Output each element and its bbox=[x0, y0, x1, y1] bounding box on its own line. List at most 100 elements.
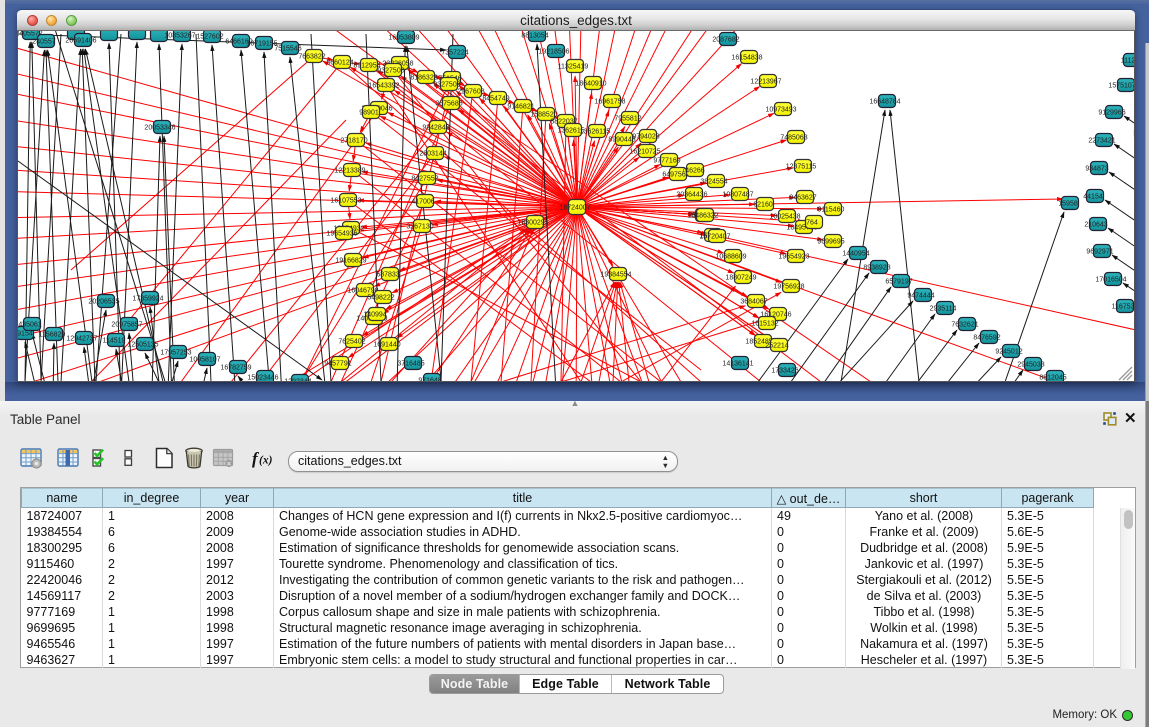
svg-text:9327500: 9327500 bbox=[377, 68, 404, 75]
svg-text:16648784: 16648784 bbox=[869, 99, 900, 106]
svg-text:15751074: 15751074 bbox=[1108, 83, 1135, 90]
svg-text:116753: 116753 bbox=[1112, 304, 1135, 311]
svg-text:19384554: 19384554 bbox=[600, 272, 631, 279]
svg-text:240557: 240557 bbox=[32, 39, 55, 46]
svg-text:8454749: 8454749 bbox=[482, 96, 509, 103]
svg-text:1615132: 1615132 bbox=[751, 321, 778, 328]
svg-text:19654936: 19654936 bbox=[326, 231, 357, 238]
svg-text:17957253: 17957253 bbox=[160, 350, 191, 357]
svg-text:10719155: 10719155 bbox=[246, 41, 277, 48]
svg-text:764: 764 bbox=[806, 220, 818, 227]
svg-text:8813054: 8813054 bbox=[521, 33, 548, 40]
svg-text:16543392: 16543392 bbox=[368, 83, 399, 90]
svg-text:7632621: 7632621 bbox=[951, 322, 978, 329]
svg-text:1588520: 1588520 bbox=[530, 112, 557, 119]
svg-text:746266: 746266 bbox=[681, 168, 704, 175]
svg-text:587833: 587833 bbox=[376, 272, 399, 279]
svg-text:(x): (x) bbox=[259, 455, 273, 467]
svg-text:9474444: 9474444 bbox=[907, 293, 934, 300]
svg-text:20206535: 20206535 bbox=[88, 299, 119, 306]
svg-text:3267130: 3267130 bbox=[406, 224, 433, 231]
svg-text:9463627: 9463627 bbox=[789, 195, 816, 202]
svg-text:18807249: 18807249 bbox=[725, 275, 756, 282]
svg-text:15958: 15958 bbox=[1058, 201, 1078, 208]
svg-text:20053346: 20053346 bbox=[144, 125, 175, 132]
svg-text:18300295: 18300295 bbox=[517, 220, 548, 227]
svg-text:9457791: 9457791 bbox=[324, 361, 351, 368]
svg-text:16154838: 16154838 bbox=[731, 55, 762, 62]
svg-text:19218506: 19218506 bbox=[538, 49, 569, 56]
svg-text:417006: 417006 bbox=[411, 199, 434, 206]
svg-text:9692971: 9692971 bbox=[1086, 249, 1113, 256]
svg-text:8476592: 8476592 bbox=[973, 335, 1000, 342]
svg-text:8186323: 8186323 bbox=[410, 75, 437, 82]
svg-text:39154: 39154 bbox=[18, 331, 33, 338]
svg-text:16210725: 16210725 bbox=[629, 149, 660, 156]
svg-text:7515546: 7515546 bbox=[274, 46, 301, 53]
svg-text:10853267: 10853267 bbox=[164, 33, 195, 40]
svg-text:6579197: 6579197 bbox=[885, 279, 912, 286]
svg-text:17016504: 17016504 bbox=[1095, 277, 1126, 284]
svg-text:11325419: 11325419 bbox=[558, 64, 589, 71]
svg-text:12213967: 12213967 bbox=[750, 79, 781, 86]
svg-text:9699695: 9699695 bbox=[817, 239, 844, 246]
svg-text:1527602: 1527602 bbox=[196, 34, 223, 41]
svg-text:19756928: 19756928 bbox=[773, 284, 804, 291]
svg-text:1156829: 1156829 bbox=[39, 332, 66, 339]
svg-text:9777169: 9777169 bbox=[653, 158, 680, 165]
svg-text:11120: 11120 bbox=[1121, 58, 1135, 65]
svg-text:20975857: 20975857 bbox=[111, 322, 142, 329]
svg-text:20364436: 20364436 bbox=[676, 192, 707, 199]
svg-text:1292344: 1292344 bbox=[284, 379, 311, 383]
svg-text:9794028: 9794028 bbox=[632, 134, 659, 141]
svg-text:9245012: 9245012 bbox=[995, 349, 1022, 356]
svg-text:114519: 114519 bbox=[103, 338, 126, 345]
svg-text:10958107: 10958107 bbox=[189, 357, 220, 364]
svg-text:12375115: 12375115 bbox=[786, 164, 817, 171]
svg-text:140994: 140994 bbox=[363, 312, 386, 319]
svg-text:7955812: 7955812 bbox=[614, 116, 641, 123]
svg-text:9129966: 9129966 bbox=[1098, 110, 1125, 117]
svg-text:9242848: 9242848 bbox=[422, 125, 449, 132]
svg-text:16782759: 16782759 bbox=[220, 365, 251, 372]
svg-text:9115460: 9115460 bbox=[818, 207, 845, 214]
svg-text:435061: 435061 bbox=[18, 322, 41, 329]
svg-text:13626115: 13626115 bbox=[580, 129, 611, 136]
svg-text:1733426: 1733426 bbox=[771, 368, 798, 375]
svg-text:9146821: 9146821 bbox=[507, 104, 534, 111]
svg-text:44154: 44154 bbox=[1083, 194, 1103, 201]
svg-text:210643: 210643 bbox=[1084, 222, 1107, 229]
svg-text:1691440: 1691440 bbox=[373, 342, 400, 349]
svg-text:10688609: 10688609 bbox=[715, 254, 746, 261]
svg-text:2273421: 2273421 bbox=[1088, 138, 1115, 145]
svg-text:62160: 62160 bbox=[753, 202, 773, 209]
svg-text:2803144: 2803144 bbox=[419, 151, 446, 158]
svg-text:16053809: 16053809 bbox=[388, 35, 419, 42]
svg-text:934873: 934873 bbox=[1085, 166, 1108, 173]
svg-text:7663822: 7663822 bbox=[298, 54, 325, 61]
svg-text:252214: 252214 bbox=[765, 343, 788, 350]
svg-text:8427552: 8427552 bbox=[411, 176, 438, 183]
svg-text:18724007: 18724007 bbox=[559, 205, 590, 212]
svg-text:971648: 971648 bbox=[418, 378, 441, 383]
svg-text:18640910: 18640910 bbox=[575, 81, 606, 88]
svg-text:3824554: 3824554 bbox=[700, 179, 727, 186]
svg-text:2087682: 2087682 bbox=[712, 37, 739, 44]
svg-text:9327508: 9327508 bbox=[433, 82, 460, 89]
svg-text:12505135: 12505135 bbox=[127, 342, 158, 349]
svg-text:8660124: 8660124 bbox=[326, 60, 353, 67]
svg-text:20691406: 20691406 bbox=[65, 38, 96, 45]
svg-text:2945033: 2945033 bbox=[1017, 362, 1044, 369]
svg-text:2935114: 2935114 bbox=[930, 306, 957, 313]
svg-text:5498222: 5498222 bbox=[367, 295, 394, 302]
svg-text:3675685: 3675685 bbox=[435, 101, 462, 108]
svg-text:3684067: 3684067 bbox=[740, 299, 767, 306]
svg-text:10025438: 10025438 bbox=[769, 214, 800, 221]
svg-text:7625402: 7625402 bbox=[338, 339, 365, 346]
svg-text:8812045: 8812045 bbox=[1039, 375, 1066, 382]
svg-text:8938923: 8938923 bbox=[863, 265, 890, 272]
svg-text:19654923: 19654923 bbox=[778, 254, 809, 261]
svg-text:16961758: 16961758 bbox=[594, 99, 625, 106]
svg-text:16107553: 16107553 bbox=[330, 198, 361, 205]
svg-text:12942737: 12942737 bbox=[66, 336, 97, 343]
